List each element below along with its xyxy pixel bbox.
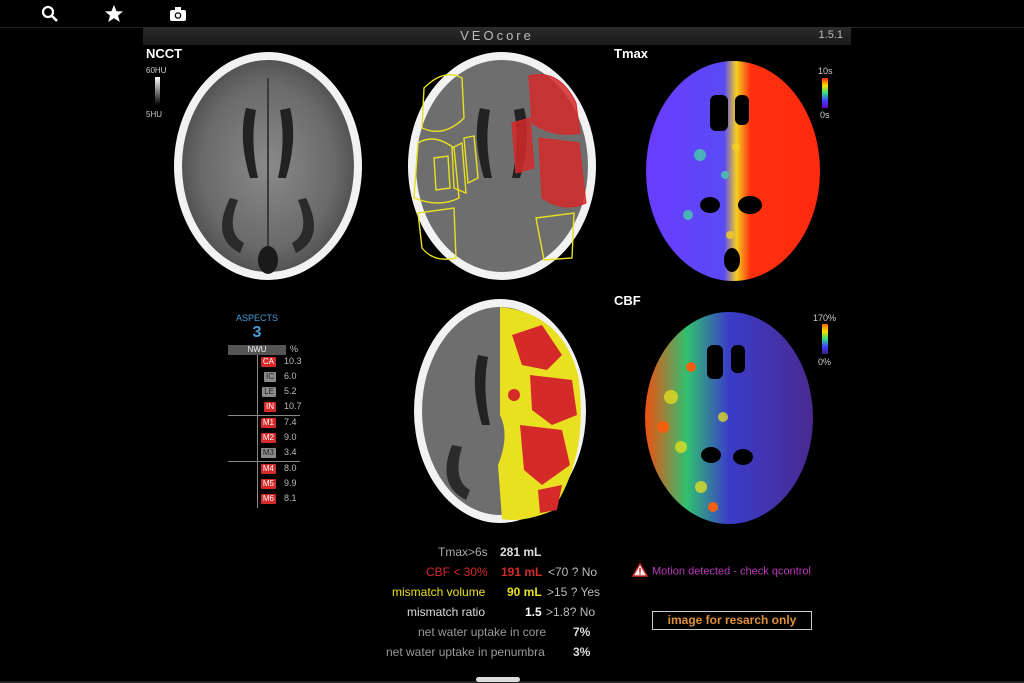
- tmax-color-bar: [822, 78, 828, 108]
- mismatch-ratio-value: 1.5: [525, 605, 542, 619]
- aspects-region-value: 9.0: [284, 432, 297, 442]
- tmax-volume-value: 281 mL: [500, 545, 542, 559]
- ncct-scale-top: 60HU: [146, 66, 167, 75]
- aspects-region-m1: M1: [260, 418, 276, 428]
- cbf-scale-bottom: 0%: [818, 357, 832, 367]
- aspects-region-value: 7.4: [284, 417, 297, 427]
- mismatch-ratio-label: mismatch ratio: [407, 605, 486, 619]
- aspects-region-value: 8.1: [284, 493, 297, 503]
- aspects-region-ic: IC: [264, 372, 276, 382]
- nwu-axis-line: [257, 355, 258, 508]
- cbf-scale-top: 170%: [813, 313, 837, 323]
- star-icon[interactable]: [104, 4, 126, 24]
- cbf-volume-label: CBF < 30%: [426, 565, 488, 579]
- aspects-title: ASPECTS: [235, 313, 278, 323]
- cbf-color-bar: [822, 324, 828, 354]
- aspects-region-ca: CA: [260, 357, 276, 367]
- aspects-region-m2: M2: [260, 433, 276, 443]
- motion-warning-text: Motion detected - check qcontrol: [652, 565, 811, 578]
- ncct-grayscale-bar: [155, 77, 160, 105]
- motion-warning: Motion detected - check qcontrol: [631, 562, 811, 580]
- cbf-map-image: [645, 312, 813, 524]
- region-separator: [228, 461, 300, 462]
- aspects-region-in: IN: [264, 402, 276, 412]
- mismatch-volume-value: 90 mL: [507, 585, 542, 599]
- cbf-volume-value: 191 mL: [501, 565, 543, 579]
- cbf-volume-check: <70 ? No: [548, 565, 598, 579]
- mismatch-volume-check: >15 ? Yes: [547, 585, 601, 599]
- aspects-region-m5: M5: [260, 479, 276, 489]
- nwu-penumbra-label: net water uptake in penumbra: [386, 645, 545, 659]
- aspects-region-value: 5.2: [284, 386, 297, 396]
- camera-icon[interactable]: [168, 4, 190, 24]
- warning-icon: [631, 562, 649, 580]
- nwu-core-label: net water uptake in core: [418, 625, 547, 639]
- aspects-region-value: 8.0: [284, 463, 297, 473]
- core-penumbra-brain-image: [414, 299, 586, 523]
- nwu-header: NWU: [228, 345, 286, 355]
- aspects-region-m4: M4: [260, 464, 276, 474]
- aspects-region-le: LE: [262, 387, 276, 397]
- aspects-overlay-brain-image: [408, 52, 596, 280]
- app-version: 1.5.1: [818, 29, 843, 41]
- tmax-volume-label: Tmax>6s: [438, 545, 488, 559]
- aspects-region-value: 6.0: [284, 371, 297, 381]
- cbf-label: CBF: [614, 293, 641, 308]
- top-toolbar: [0, 0, 1024, 28]
- title-bar: VEOcore 1.5.1: [143, 27, 851, 45]
- nwu-penumbra-value: 3%: [573, 645, 591, 659]
- ncct-brain-image: [174, 52, 362, 280]
- aspects-score: 3: [252, 324, 262, 341]
- mismatch-volume-label: mismatch volume: [392, 585, 486, 599]
- region-separator: [228, 415, 300, 416]
- aspects-region-m6: M6: [260, 494, 276, 504]
- aspects-region-value: 3.4: [284, 447, 297, 457]
- nwu-pct-label: %: [290, 344, 299, 354]
- mismatch-ratio-check: >1.8? No: [546, 605, 596, 619]
- aspects-region-m3: M3: [260, 448, 276, 458]
- research-only-disclaimer: image for resarch only: [652, 611, 812, 630]
- ncct-scale-bottom: 5HU: [146, 110, 163, 119]
- home-indicator[interactable]: [476, 677, 520, 682]
- tmax-scale-bottom: 0s: [820, 110, 830, 120]
- aspects-region-value: 10.3: [284, 356, 302, 366]
- search-icon[interactable]: [40, 4, 62, 24]
- nwu-core-value: 7%: [573, 625, 591, 639]
- aspects-region-value: 9.9: [284, 478, 297, 488]
- aspects-region-value: 10.7: [284, 401, 302, 411]
- app-title: VEOcore: [460, 28, 534, 43]
- tmax-map-image: [646, 61, 820, 281]
- tmax-scale-top: 10s: [818, 66, 833, 76]
